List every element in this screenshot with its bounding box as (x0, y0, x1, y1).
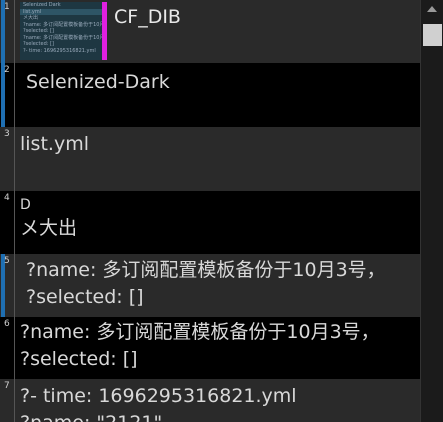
row-number: 3 (4, 129, 10, 139)
clip-row-6[interactable]: 6 ?name: 多订阅配置模板备份于10月3号， ?selected: [] (0, 317, 420, 379)
scrollbar-thumb[interactable] (423, 24, 442, 46)
clip-format-label: CF_DIB (114, 6, 181, 28)
row-gutter: 2 (0, 63, 15, 127)
row-number: 4 (4, 193, 10, 203)
clip-text-line: ?- time: 1696295316821.yml (20, 385, 297, 407)
clip-text: D メ大出 (20, 195, 416, 242)
clipboard-list: 1 Selenized Dark list.yml メ大出 ?name: 多订阅… (0, 0, 420, 422)
row-number: 7 (4, 381, 10, 391)
clip-text-line: ?name: 多订阅配置模板备份于10月3号， (20, 321, 380, 343)
clip-text-line: list.yml (20, 133, 89, 155)
format-indicator-bar (102, 2, 107, 60)
clip-text-line: Selenized-Dark (26, 71, 170, 93)
clip-text: ?- time: 1696295316821.yml ?name: "2121" (20, 383, 416, 422)
clip-text: Selenized-Dark (26, 69, 416, 96)
clip-row-5[interactable]: 5 ?name: 多订阅配置模板备份于10月3号， ?selected: [] (0, 254, 420, 317)
vertical-scrollbar[interactable] (420, 0, 443, 422)
clip-row-2[interactable]: 2 Selenized-Dark (0, 63, 420, 127)
row-gutter: 4 (0, 191, 15, 254)
clip-row-7[interactable]: 7 ?- time: 1696295316821.yml ?name: "212… (0, 379, 420, 422)
row-number: 2 (4, 65, 10, 75)
image-thumbnail: Selenized Dark list.yml メ大出 ?name: 多订阅配置… (20, 2, 102, 60)
row-gutter: 5 (0, 254, 15, 317)
row-gutter: 3 (0, 127, 15, 191)
clip-text-line: メ大出 (20, 217, 78, 239)
clip-row-3[interactable]: 3 list.yml (0, 127, 420, 191)
thumbnail-line: ?- time: 1696295316821.yml (23, 47, 96, 54)
clip-row-1[interactable]: 1 Selenized Dark list.yml メ大出 ?name: 多订阅… (0, 0, 420, 63)
clip-text: list.yml (20, 131, 416, 158)
clip-row-4[interactable]: 4 D メ大出 (0, 191, 420, 254)
clip-text-line: ?name: 多订阅配置模板备份于10月3号， (26, 259, 386, 281)
row-number: 5 (4, 256, 10, 266)
clip-text: ?name: 多订阅配置模板备份于10月3号， ?selected: [] (26, 257, 416, 311)
row-gutter: 1 (0, 0, 15, 63)
clip-text-line: ?selected: [] (20, 348, 138, 370)
clip-text: ?name: 多订阅配置模板备份于10月3号， ?selected: [] (20, 319, 416, 373)
clip-text-line: D (20, 197, 31, 213)
clip-text-line: ?name: "2121" (20, 410, 416, 422)
clip-text-line: ?selected: [] (26, 286, 144, 308)
row-number: 1 (4, 2, 10, 12)
row-number: 6 (4, 319, 10, 329)
row-gutter: 7 (0, 379, 15, 422)
scroll-up-icon[interactable] (427, 6, 437, 12)
row-gutter: 6 (0, 317, 15, 379)
